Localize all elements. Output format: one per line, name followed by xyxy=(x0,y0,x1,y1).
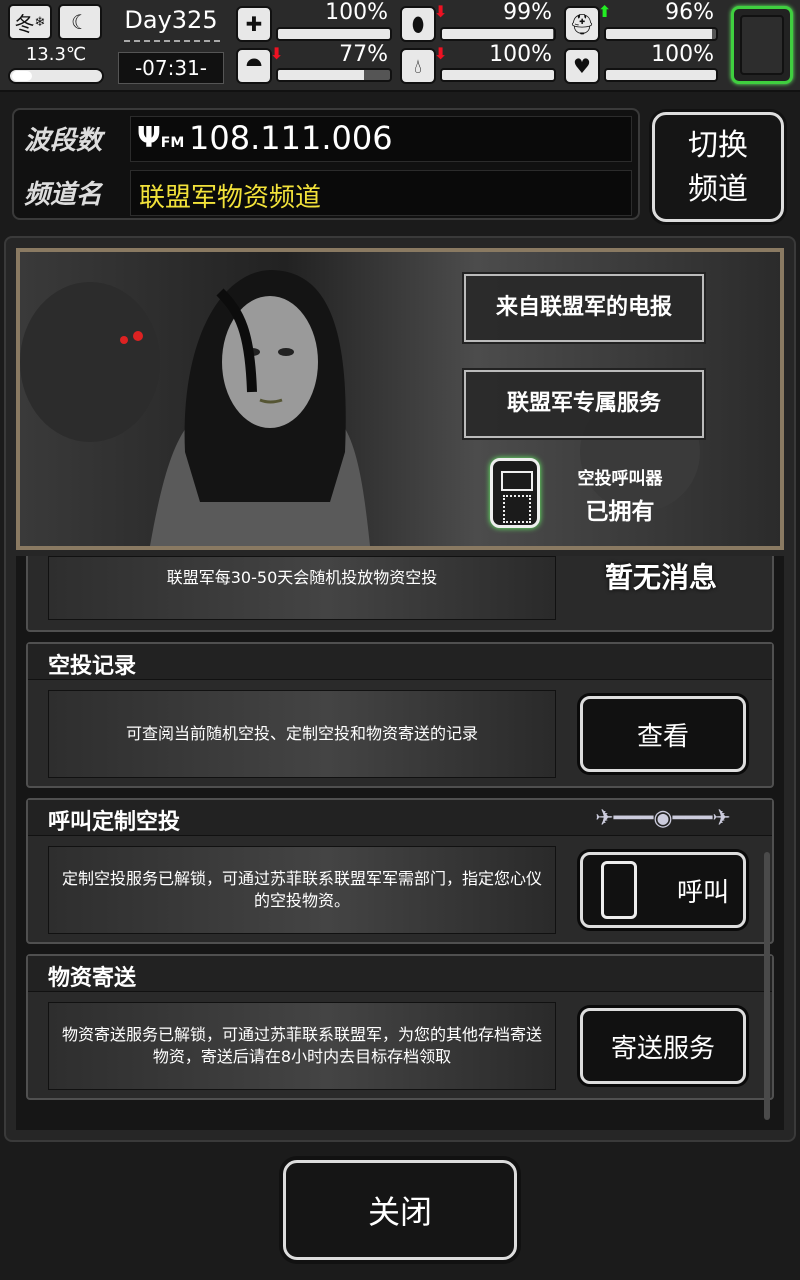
random-airdrop-status: 暂无消息 xyxy=(604,561,717,594)
hunger-bar xyxy=(440,27,556,41)
band-label: 波段数 xyxy=(24,126,103,156)
season-indicator: 冬 ❄ xyxy=(8,4,52,40)
random-airdrop-text: 联盟军每30-50天会随机投放物资空投 xyxy=(166,568,438,587)
day-counter: Day325 xyxy=(124,6,218,34)
exclusive-service-label: 联盟军专属服务 xyxy=(506,391,661,416)
shipping-title: 物资寄送 xyxy=(48,966,137,991)
shipping-service-label: 寄送服务 xyxy=(610,1033,715,1064)
scrollbar[interactable] xyxy=(764,852,770,1120)
face-mask-icon: ⛑ xyxy=(564,6,600,42)
stamina-value: 77% xyxy=(339,42,388,67)
stamina-bar xyxy=(276,68,392,82)
service-list[interactable]: 联盟军每30-50天会随机投放物资空投 暂无消息 空投记录 可查阅当前随机空投、… xyxy=(16,556,784,1130)
mood-bar xyxy=(604,27,718,41)
device-name: 空投呼叫器 xyxy=(577,469,663,489)
thirst-value: 100% xyxy=(489,42,552,67)
shipping-text: 物资寄送服务已解锁，可通过苏菲联系联盟军，为您的其他存档寄送物资，寄送后请在8小… xyxy=(61,1025,542,1066)
telegram-button-label: 来自联盟军的电报 xyxy=(495,295,672,320)
stomach-icon: ⬮ xyxy=(400,6,436,42)
shipping-service-button[interactable]: 寄送服务 xyxy=(580,1008,746,1084)
hunger-value: 99% xyxy=(503,0,552,25)
health-bar xyxy=(276,27,392,41)
heart-value: 100% xyxy=(651,42,714,67)
airdrop-records-text: 可查阅当前随机空投、定制空投和物资寄送的记录 xyxy=(125,724,478,743)
device-status: 已拥有 xyxy=(585,499,655,525)
game-clock: -07:31- xyxy=(118,52,224,84)
channel-field: 联盟军物资频道 xyxy=(130,170,632,216)
moon-icon: ☾ xyxy=(58,4,102,40)
antenna-fm-icon: ΨFM xyxy=(137,121,185,154)
walkie-talkie-icon xyxy=(490,458,540,528)
custom-airdrop-text: 定制空投服务已解锁，可通过苏菲联系联盟军军需部门，指定您心仪的空投物资。 xyxy=(61,869,542,910)
water-drop-icon: 💧︎ xyxy=(400,48,436,84)
close-button-label: 关闭 xyxy=(367,1193,432,1231)
view-records-button[interactable]: 查看 xyxy=(580,696,746,772)
equipment-slot[interactable] xyxy=(731,6,793,84)
plane-signal-icon: ✈━━━◉━━━✈ xyxy=(595,806,731,831)
thirst-bar xyxy=(440,68,556,82)
channel-banner: 来自联盟军的电报 联盟军专属服务 空投呼叫器 已拥有 xyxy=(16,248,784,550)
frequency-field: ΨFM 108.111.006 xyxy=(130,116,632,162)
health-value: 100% xyxy=(325,0,388,25)
mood-value: 96% xyxy=(665,0,714,25)
telegram-button[interactable]: 来自联盟军的电报 xyxy=(464,274,704,342)
exclusive-service-button[interactable]: 联盟军专属服务 xyxy=(464,370,704,438)
view-records-label: 查看 xyxy=(636,721,689,752)
switch-channel-button[interactable]: 切换频道 xyxy=(652,112,784,222)
custom-airdrop-title: 呼叫定制空投 xyxy=(48,810,181,835)
day-progress xyxy=(124,40,220,46)
heart-icon: ♥ xyxy=(564,48,600,84)
close-button[interactable]: 关闭 xyxy=(283,1160,517,1260)
frequency-value: 108.111.006 xyxy=(189,119,393,157)
switch-channel-label: 切换频道 xyxy=(688,128,748,207)
channel-label: 频道名 xyxy=(24,180,103,210)
heart-bar xyxy=(604,68,718,82)
airdrop-records-description: 可查阅当前随机空投、定制空投和物资寄送的记录 xyxy=(48,690,556,778)
walkie-talkie-icon xyxy=(601,861,637,919)
random-airdrop-description: 联盟军每30-50天会随机投放物资空投 xyxy=(48,556,556,620)
airdrop-records-title: 空投记录 xyxy=(48,654,137,679)
foot-icon: ⯊ xyxy=(236,48,272,84)
season-label: 冬 xyxy=(14,11,35,36)
channel-name: 联盟军物资频道 xyxy=(139,183,322,213)
custom-airdrop-description: 定制空投服务已解锁，可通过苏菲联系联盟军军需部门，指定您心仪的空投物资。 xyxy=(48,846,556,934)
shipping-description: 物资寄送服务已解锁，可通过苏菲联系联盟军，为您的其他存档寄送物资，寄送后请在8小… xyxy=(48,1002,556,1090)
call-airdrop-label: 呼叫 xyxy=(677,877,730,908)
call-airdrop-button[interactable]: 呼叫 xyxy=(580,852,746,928)
snowflake-icon: ❄ xyxy=(34,14,46,30)
thermometer-icon xyxy=(8,68,104,84)
first-aid-kit-icon: ✚ xyxy=(236,6,272,42)
temperature: 13.3℃ xyxy=(25,44,87,65)
